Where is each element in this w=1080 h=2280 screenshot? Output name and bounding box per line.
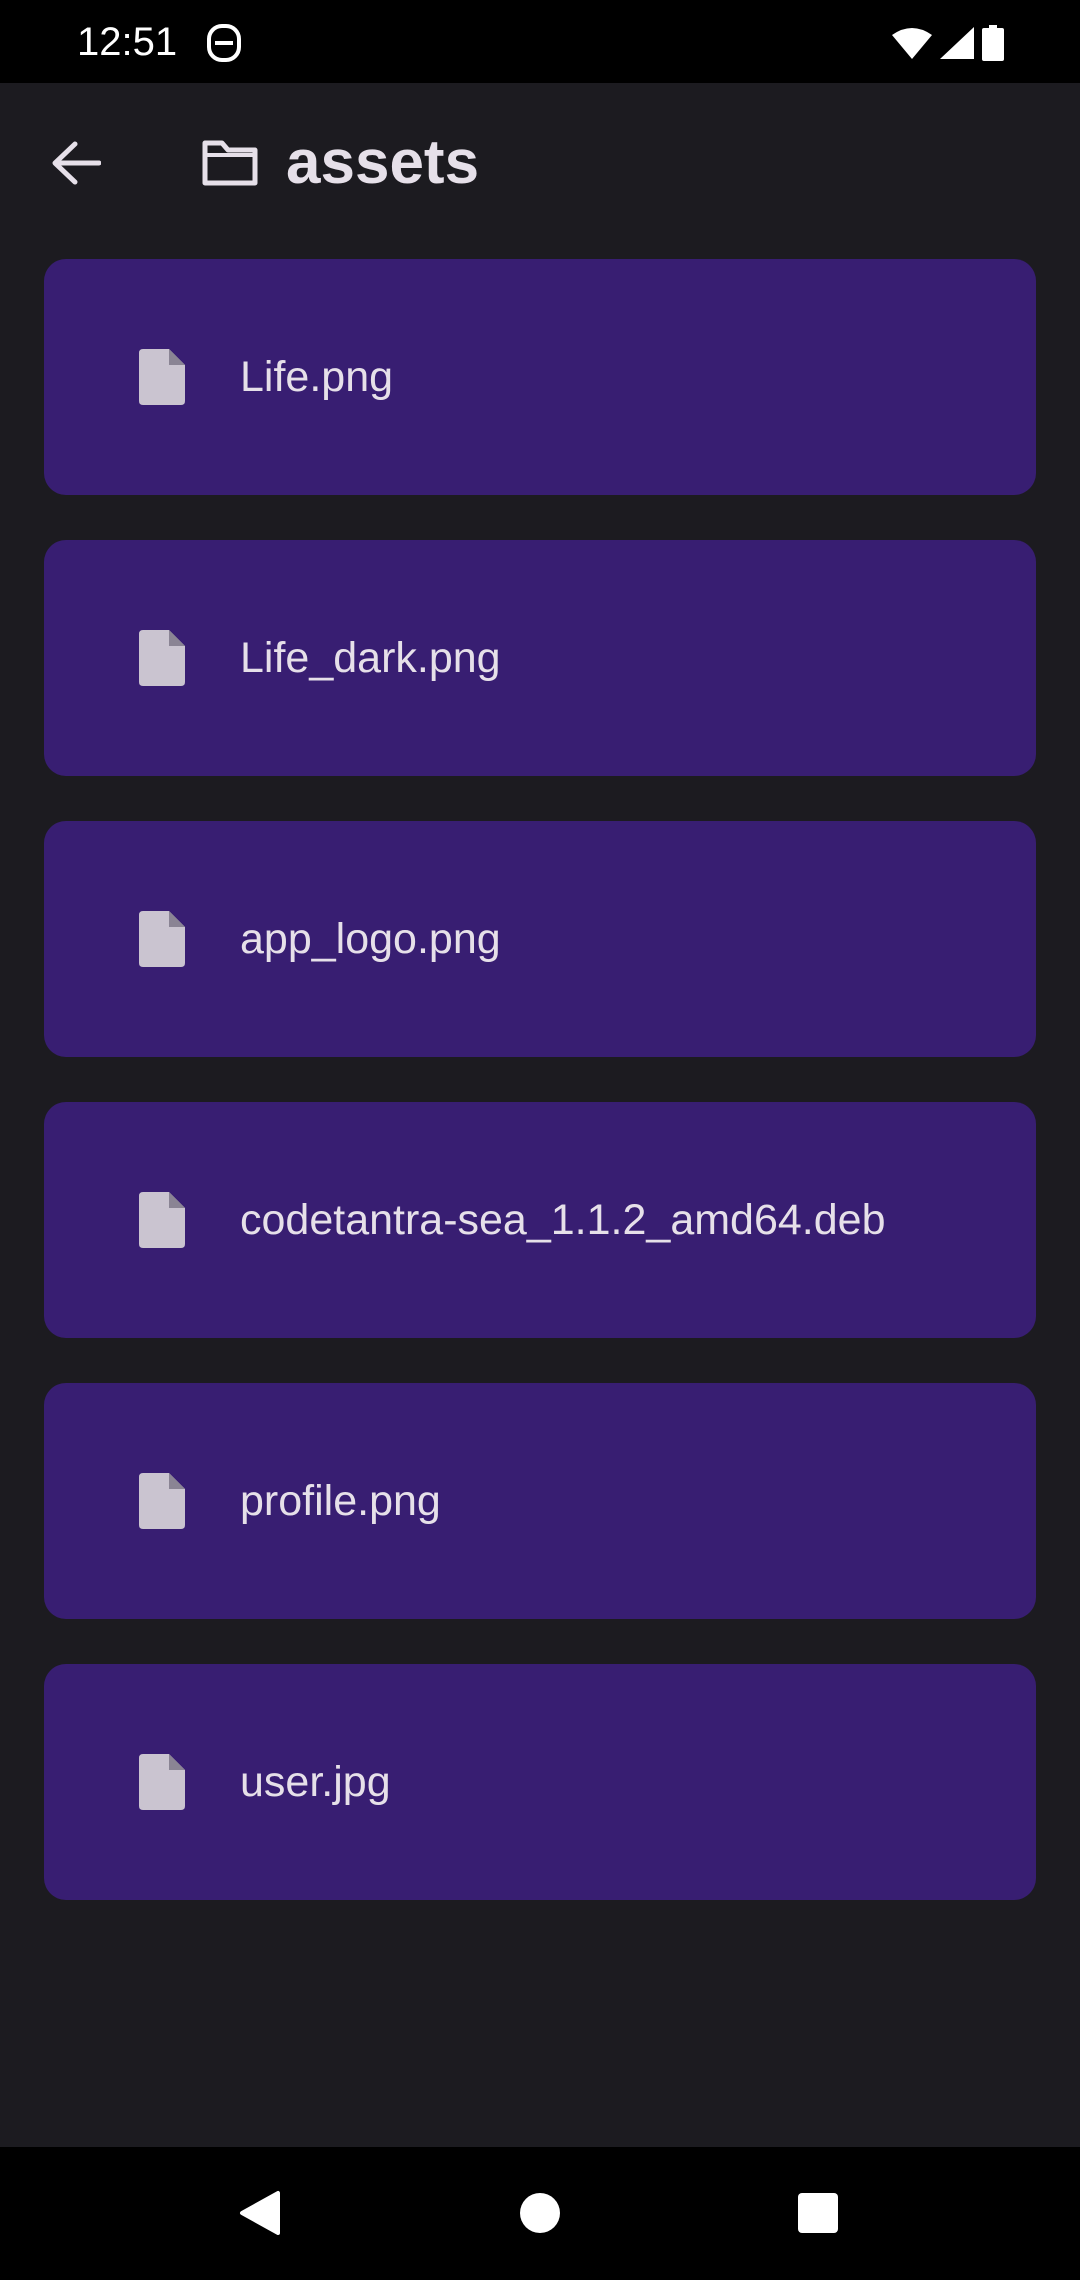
recents-square-icon [798, 2193, 838, 2233]
battery-icon [982, 25, 1004, 61]
file-name: app_logo.png [240, 914, 501, 963]
page-title: assets [286, 128, 480, 197]
file-name: user.jpg [240, 1757, 391, 1806]
file-item[interactable]: profile.png [44, 1383, 1036, 1619]
app-notification-icon [207, 24, 241, 62]
file-item[interactable]: codetantra-sea_1.1.2_amd64.deb [44, 1102, 1036, 1338]
status-icons [892, 24, 1004, 62]
file-icon [139, 1192, 185, 1248]
navigation-bar [0, 2147, 1080, 2280]
file-item[interactable]: app_logo.png [44, 821, 1036, 1057]
file-icon [139, 1754, 185, 1810]
folder-outline-icon [202, 140, 258, 186]
home-circle-icon [520, 2193, 560, 2233]
file-icon [139, 349, 185, 405]
file-name: Life_dark.png [240, 633, 501, 682]
file-list: Life.png Life_dark.png app_logo.png code… [44, 259, 1036, 1945]
file-name: codetantra-sea_1.1.2_amd64.deb [240, 1195, 886, 1244]
status-time: 12:51 [77, 20, 178, 64]
status-bar: 12:51 [0, 0, 1080, 83]
nav-home-button[interactable] [490, 2167, 590, 2259]
file-item[interactable]: user.jpg [44, 1664, 1036, 1900]
file-item[interactable]: Life.png [44, 259, 1036, 495]
nav-back-button[interactable] [210, 2167, 310, 2259]
file-icon [139, 630, 185, 686]
cellular-signal-icon [940, 27, 974, 59]
file-icon [139, 1473, 185, 1529]
wifi-icon [892, 28, 932, 59]
file-icon [139, 911, 185, 967]
file-name: Life.png [240, 352, 394, 401]
back-button[interactable] [36, 123, 116, 203]
file-name: profile.png [240, 1476, 441, 1525]
back-triangle-icon [240, 2191, 280, 2235]
nav-recents-button[interactable] [768, 2167, 868, 2259]
file-item[interactable]: Life_dark.png [44, 540, 1036, 776]
arrow-back-icon [52, 141, 101, 185]
app-bar: assets [0, 83, 1080, 236]
